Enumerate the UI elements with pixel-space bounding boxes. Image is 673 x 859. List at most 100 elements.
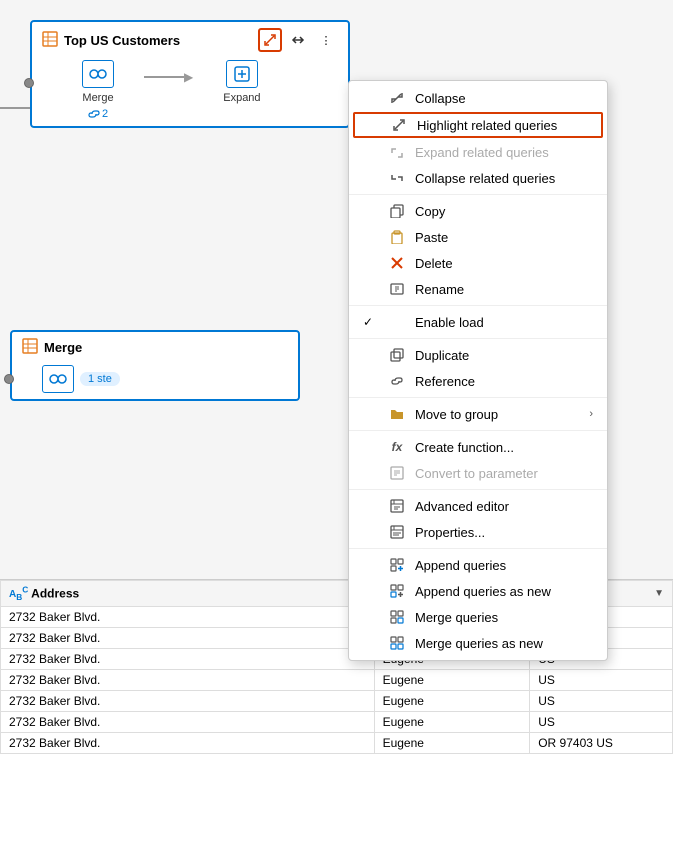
collapse-btn[interactable]	[286, 28, 310, 52]
menu-item-delete[interactable]: Delete	[349, 250, 607, 276]
address-column-header: ABC Address ▼	[1, 581, 375, 607]
menu-item-append_queries[interactable]: Append queries	[349, 552, 607, 578]
menu-item-merge_queries_new[interactable]: Merge queries as new	[349, 630, 607, 656]
menu-item-collapse_related[interactable]: Collapse related queries	[349, 165, 607, 191]
menu-item-paste[interactable]: Paste	[349, 224, 607, 250]
merge-query-card: Merge 1 ste	[10, 330, 300, 401]
menu-item-append_queries_new[interactable]: Append queries as new	[349, 578, 607, 604]
merge-step-label: Merge	[82, 92, 113, 104]
menu-item-reference[interactable]: Reference	[349, 368, 607, 394]
card-header: Top US Customers ⋮	[42, 28, 338, 52]
merge-card-title-text: Merge	[44, 340, 82, 355]
menu-item-highlight_related[interactable]: Highlight related queries	[353, 112, 603, 138]
menu-item-advanced_editor[interactable]: Advanced editor	[349, 493, 607, 519]
address-cell: 2732 Baker Blvd.	[1, 712, 375, 733]
menu-icon-merge_queries_new	[389, 635, 405, 651]
expand-step-icon	[226, 60, 258, 88]
menu-item-move_to_group[interactable]: Move to group ›	[349, 401, 607, 427]
menu-item-label-collapse_related: Collapse related queries	[415, 171, 593, 186]
extra-cell: US	[530, 712, 673, 733]
top-query-card: Top US Customers ⋮	[30, 20, 350, 128]
extra-filter-btn[interactable]: ▼	[654, 588, 664, 599]
menu-icon-collapse	[389, 90, 405, 106]
link-badge: 2	[88, 108, 108, 120]
menu-icon-paste	[389, 229, 405, 245]
menu-icon-rename	[389, 281, 405, 297]
menu-item-expand_related: Expand related queries	[349, 139, 607, 165]
menu-icon-append_queries	[389, 557, 405, 573]
merge-card-title: Merge	[22, 338, 82, 357]
menu-icon-advanced_editor	[389, 498, 405, 514]
menu-icon-delete	[389, 255, 405, 271]
menu-item-label-expand_related: Expand related queries	[415, 145, 593, 160]
menu-item-convert_param: Convert to parameter	[349, 460, 607, 486]
menu-arrow-move_to_group: ›	[589, 408, 593, 420]
menu-item-label-move_to_group: Move to group	[415, 407, 579, 422]
menu-separator	[349, 194, 607, 195]
menu-item-copy[interactable]: Copy	[349, 198, 607, 224]
more-options-btn[interactable]: ⋮	[314, 28, 338, 52]
menu-item-label-duplicate: Duplicate	[415, 348, 593, 363]
menu-icon-enable_load	[389, 314, 405, 330]
menu-item-enable_load[interactable]: ✓ Enable load	[349, 309, 607, 335]
menu-separator	[349, 305, 607, 306]
menu-item-merge_queries[interactable]: Merge queries	[349, 604, 607, 630]
menu-item-label-paste: Paste	[415, 230, 593, 245]
menu-icon-expand_related	[389, 144, 405, 160]
city-cell: Eugene	[374, 691, 530, 712]
extra-cell: US	[530, 670, 673, 691]
context-menu: CollapseHighlight related queries Expand …	[348, 80, 608, 661]
menu-icon-collapse_related	[389, 170, 405, 186]
step-arrow: ▶	[144, 70, 193, 84]
menu-item-label-enable_load: Enable load	[415, 315, 593, 330]
merge-table-icon	[22, 338, 38, 357]
expand-related-btn[interactable]	[258, 28, 282, 52]
card-title: Top US Customers	[42, 31, 180, 50]
extra-cell: OR 97403 US	[530, 733, 673, 754]
menu-icon-convert_param	[389, 465, 405, 481]
menu-icon-reference	[389, 373, 405, 389]
merge-card-header: Merge	[22, 338, 288, 357]
merge-icon	[42, 365, 74, 393]
table-row: 2732 Baker Blvd.EugeneOR 97403 US	[1, 733, 673, 754]
menu-check-enable_load: ✓	[363, 315, 379, 329]
card-body: Merge 2 ▶ Expand	[42, 60, 338, 120]
menu-item-label-merge_queries_new: Merge queries as new	[415, 636, 593, 651]
menu-item-rename[interactable]: Rename	[349, 276, 607, 302]
menu-item-create_function[interactable]: fxCreate function...	[349, 434, 607, 460]
menu-icon-copy	[389, 203, 405, 219]
expand-step: Expand	[223, 60, 260, 104]
city-cell: Eugene	[374, 712, 530, 733]
menu-icon-duplicate	[389, 347, 405, 363]
card-title-text: Top US Customers	[64, 33, 180, 48]
menu-icon-move_to_group	[389, 406, 405, 422]
menu-item-properties[interactable]: Properties...	[349, 519, 607, 545]
menu-item-label-properties: Properties...	[415, 525, 593, 540]
address-cell: 2732 Baker Blvd.	[1, 649, 375, 670]
menu-item-label-delete: Delete	[415, 256, 593, 271]
menu-icon-highlight_related	[391, 117, 407, 133]
merge-step: Merge 2	[82, 60, 114, 120]
menu-item-label-append_queries: Append queries	[415, 558, 593, 573]
menu-icon-create_function: fx	[389, 439, 405, 455]
city-cell: Eugene	[374, 670, 530, 691]
menu-item-label-rename: Rename	[415, 282, 593, 297]
menu-item-label-merge_queries: Merge queries	[415, 610, 593, 625]
expand-step-label: Expand	[223, 92, 260, 104]
address-cell: 2732 Baker Blvd.	[1, 628, 375, 649]
menu-item-label-advanced_editor: Advanced editor	[415, 499, 593, 514]
ellipsis-icon: ⋮	[321, 34, 332, 47]
address-cell: 2732 Baker Blvd.	[1, 733, 375, 754]
body-connector-dot	[24, 78, 34, 88]
merge-connector-dot	[4, 374, 14, 384]
merge-body: 1 ste	[22, 365, 288, 393]
menu-item-duplicate[interactable]: Duplicate	[349, 342, 607, 368]
menu-separator	[349, 489, 607, 490]
address-cell: 2732 Baker Blvd.	[1, 670, 375, 691]
address-cell: 2732 Baker Blvd.	[1, 691, 375, 712]
menu-item-collapse[interactable]: Collapse	[349, 85, 607, 111]
table-row: 2732 Baker Blvd.EugeneUS	[1, 670, 673, 691]
merge-step-icon	[82, 60, 114, 88]
merge-step-row: 1 ste	[42, 365, 120, 393]
extra-cell: US	[530, 691, 673, 712]
